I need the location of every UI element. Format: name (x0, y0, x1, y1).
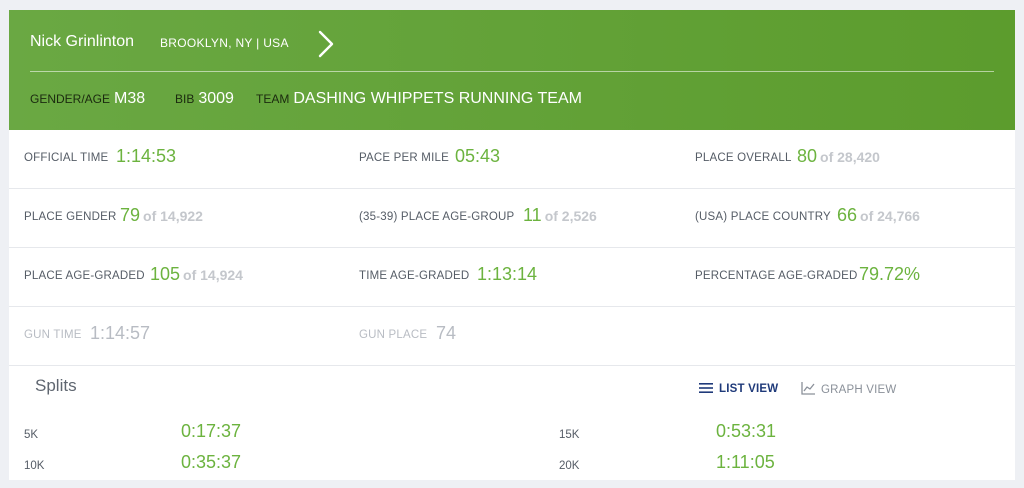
place-country-total: of 24,766 (860, 208, 920, 224)
place-overall-value: 80 of 28,420 (797, 146, 880, 167)
split-label: 15K (559, 429, 580, 441)
chevron-right-icon (318, 30, 334, 58)
gun-time-value: 1:14:57 (90, 323, 151, 343)
runner-result-card: Nick Grinlinton BROOKLYN, NY | USA GENDE… (9, 10, 1015, 480)
gender-age-value: M38 (114, 90, 146, 107)
place-overall-label: PLACE OVERALL (695, 152, 792, 164)
split-label: 20K (559, 460, 580, 472)
team: TEAM DASHING WHIPPETS RUNNING TEAM (256, 90, 582, 108)
gender-age: GENDER/AGE M38 (30, 90, 145, 108)
next-runner-button[interactable] (313, 29, 337, 59)
list-view-toggle[interactable]: LIST VIEW (699, 382, 778, 395)
gun-place-value: 74 (436, 323, 457, 343)
percentage-age-graded-value: 79.72% (859, 264, 921, 284)
bib-value: 3009 (198, 90, 234, 107)
pace-per-mile-value: 05:43 (455, 146, 501, 166)
stats-row-1: OFFICIAL TIME 1:14:53 PACE PER MILE 05:4… (9, 130, 1015, 189)
place-country-value: 66 of 24,766 (837, 205, 920, 226)
split-time: 0:53:31 (716, 421, 777, 441)
splits-title: Splits (35, 376, 77, 395)
stats-row-3: PLACE AGE-GRADED 105 of 14,924 TIME AGE-G… (9, 248, 1015, 307)
place-overall-total: of 28,420 (820, 149, 880, 165)
place-age-graded-label: PLACE AGE-GRADED (24, 270, 145, 282)
graph-view-label: GRAPH VIEW (821, 384, 897, 396)
place-gender-label: PLACE GENDER (24, 211, 117, 223)
place-age-group-total: of 2,526 (544, 208, 597, 224)
list-icon (699, 383, 713, 393)
place-age-group-value: 11 of 2,526 (523, 205, 597, 226)
stats-row-2: PLACE GENDER 79 of 14,922 (35-39) PLACE A… (9, 189, 1015, 248)
gun-time-label: GUN TIME (24, 329, 82, 341)
graph-view-toggle[interactable]: GRAPH VIEW (801, 382, 896, 396)
place-age-graded-value: 105 of 14,924 (150, 264, 243, 285)
time-age-graded-label: TIME AGE-GRADED (359, 270, 470, 282)
split-label: 10K (24, 460, 45, 472)
official-time-value: 1:14:53 (116, 146, 177, 166)
header-divider (30, 71, 994, 72)
percentage-age-graded-label: PERCENTAGE AGE-GRADED (695, 270, 858, 282)
place-gender-rank: 79 (120, 205, 141, 225)
split-time: 0:35:37 (181, 452, 242, 472)
place-age-group-label: (35-39) PLACE AGE-GROUP (359, 211, 515, 223)
place-overall-rank: 80 (797, 146, 818, 166)
place-gender-total: of 14,922 (143, 208, 203, 224)
gender-age-label: GENDER/AGE (30, 92, 111, 106)
place-age-group-rank: 11 (523, 205, 542, 225)
runner-location: BROOKLYN, NY | USA (160, 36, 289, 50)
team-label: TEAM (256, 92, 290, 106)
place-country-label: (USA) PLACE COUNTRY (695, 211, 831, 223)
place-age-graded-rank: 105 (150, 264, 181, 284)
split-time: 0:17:37 (181, 421, 242, 441)
team-value: DASHING WHIPPETS RUNNING TEAM (293, 90, 582, 107)
place-gender-value: 79 of 14,922 (120, 205, 203, 226)
place-country-rank: 66 (837, 205, 858, 225)
time-age-graded-value: 1:13:14 (477, 264, 538, 284)
line-chart-icon (801, 382, 815, 395)
official-time-label: OFFICIAL TIME (24, 152, 109, 164)
pace-per-mile-label: PACE PER MILE (359, 152, 449, 164)
split-time: 1:11:05 (716, 452, 775, 472)
bib-label: BIB (175, 92, 195, 106)
runner-header: Nick Grinlinton BROOKLYN, NY | USA GENDE… (9, 10, 1015, 130)
place-age-graded-total: of 14,924 (183, 267, 243, 283)
bib: BIB 3009 (175, 90, 234, 108)
runner-name: Nick Grinlinton (30, 33, 135, 50)
gun-place-label: GUN PLACE (359, 329, 428, 341)
stats-row-4: GUN TIME 1:14:57 GUN PLACE 74 (9, 307, 1015, 366)
list-view-label: LIST VIEW (719, 383, 779, 395)
split-label: 5K (24, 429, 39, 441)
